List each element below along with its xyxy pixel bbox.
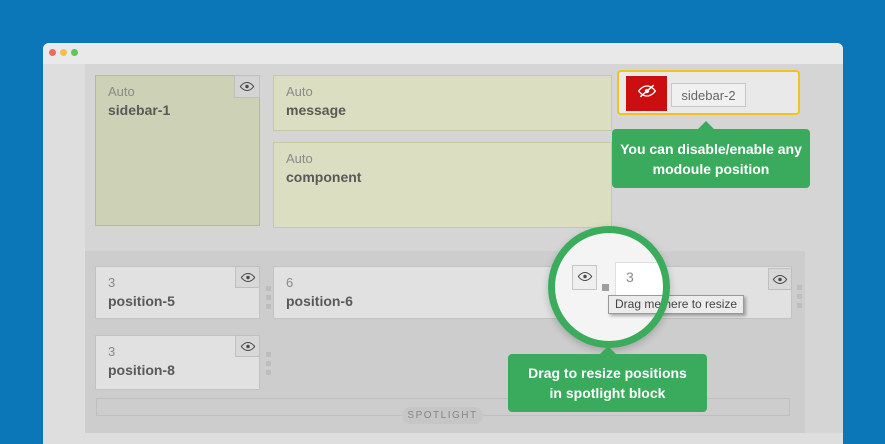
callout-text-line2: in spotlight block	[508, 385, 707, 401]
toggle-visibility-button[interactable]	[235, 335, 260, 357]
spotlight-label: SPOTLIGHT	[402, 407, 483, 424]
position-name-field[interactable]: sidebar-2	[671, 83, 746, 107]
position-name: component	[274, 166, 611, 185]
eye-icon	[239, 81, 255, 92]
position-name: sidebar-1	[96, 99, 259, 118]
callout-text-line1: You can disable/enable any	[612, 141, 810, 157]
eye-icon	[240, 272, 256, 283]
disabled-toggle-button[interactable]	[626, 76, 667, 111]
position-name: message	[274, 99, 611, 118]
eye-slash-icon	[637, 84, 657, 103]
eye-icon	[772, 274, 788, 285]
column-size: Auto	[274, 143, 611, 166]
browser-window: Auto sidebar-1 Auto message Auto compone…	[43, 43, 843, 444]
callout-disable-enable: You can disable/enable any modoule posit…	[612, 129, 810, 188]
callout-text-line1: Drag to resize positions	[508, 365, 707, 381]
close-button[interactable]	[49, 49, 56, 56]
resize-drag-handle[interactable]	[266, 286, 271, 309]
window-titlebar	[43, 43, 843, 64]
toggle-visibility-button[interactable]	[234, 75, 260, 98]
position-name: position-5	[96, 290, 259, 309]
window-controls	[49, 49, 78, 56]
desktop-background: Auto sidebar-1 Auto message Auto compone…	[0, 0, 885, 444]
callout-arrow	[698, 121, 714, 129]
resize-drag-handle[interactable]	[797, 285, 802, 308]
position-name: position-8	[96, 359, 259, 378]
callout-arrow	[600, 346, 616, 354]
module-block-message[interactable]: Auto message	[273, 75, 612, 131]
toggle-visibility-button[interactable]	[768, 268, 792, 290]
toggle-visibility-button[interactable]	[235, 266, 260, 288]
minimize-button[interactable]	[60, 49, 67, 56]
maximize-button[interactable]	[71, 49, 78, 56]
module-block-sidebar-2-disabled[interactable]: sidebar-2	[617, 70, 800, 115]
module-block-component[interactable]: Auto component	[273, 142, 612, 228]
callout-text-line2: modoule position	[612, 161, 810, 177]
resize-drag-handle[interactable]	[266, 352, 271, 375]
callout-drag-resize: Drag to resize positions in spotlight bl…	[508, 354, 707, 412]
column-size: Auto	[274, 76, 611, 99]
eye-icon	[240, 341, 256, 352]
magnifier-ring	[548, 226, 670, 348]
